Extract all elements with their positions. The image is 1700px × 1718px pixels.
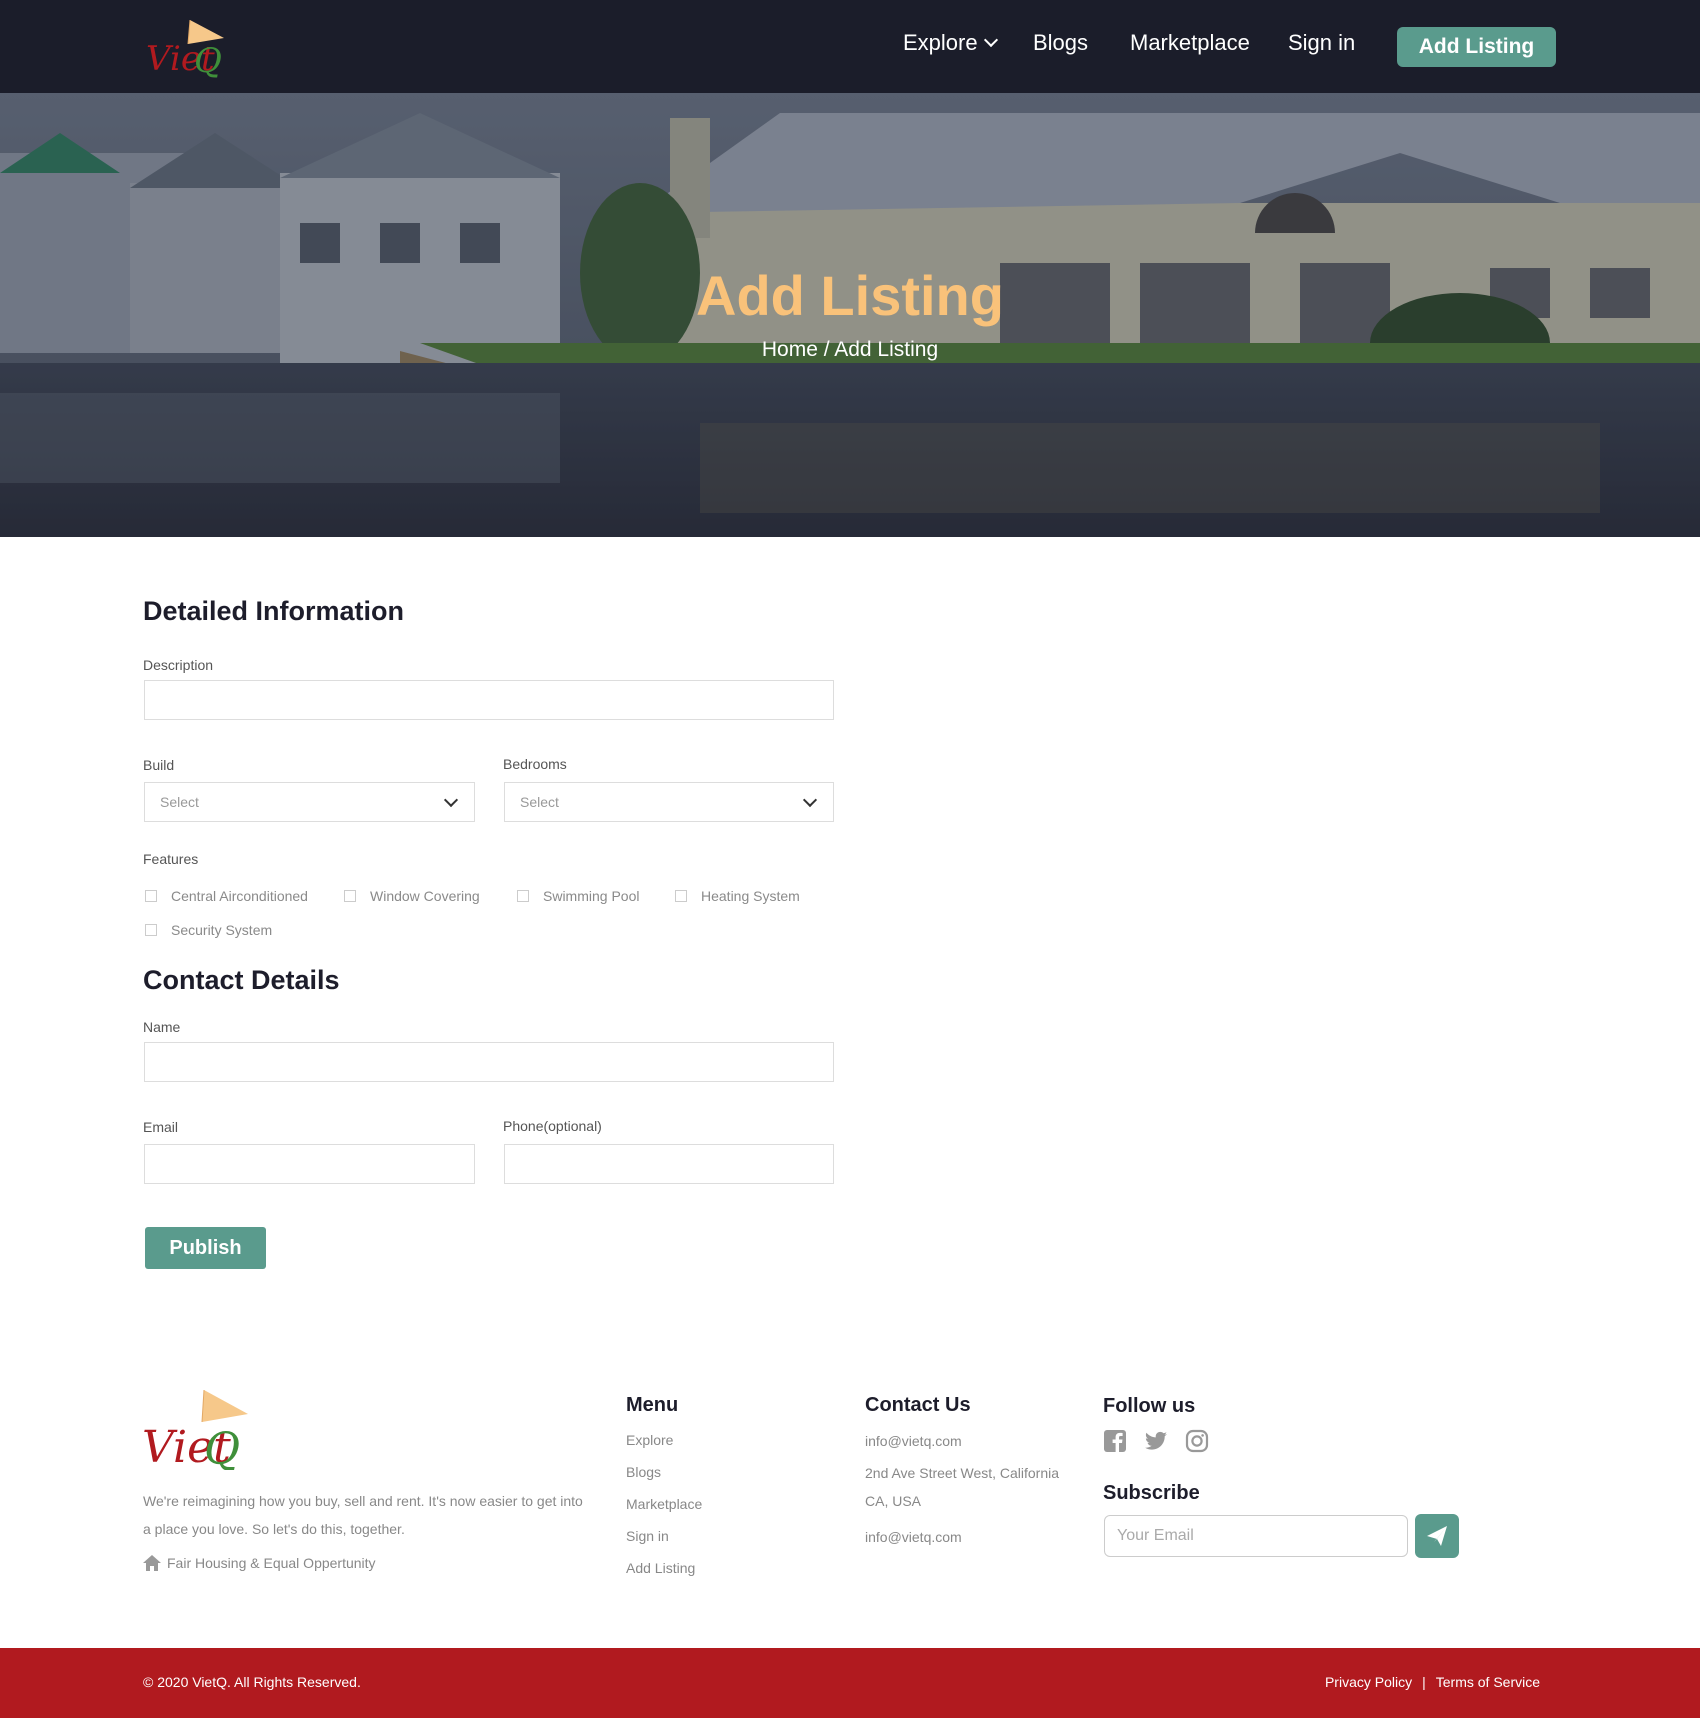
instagram-icon[interactable] [1185, 1429, 1209, 1453]
checkbox-box[interactable] [517, 890, 529, 902]
top-navbar: Viet Q Explore Blogs Marketplace Sign in… [0, 0, 1700, 93]
features-label: Features [143, 851, 199, 867]
chevron-down-icon [983, 32, 998, 48]
feature-label: Swimming Pool [543, 888, 640, 904]
terms-of-service-link[interactable]: Terms of Service [1436, 1674, 1540, 1690]
feature-label: Heating System [701, 888, 800, 904]
subscribe-button[interactable] [1415, 1514, 1459, 1558]
phone-label: Phone(optional) [503, 1118, 602, 1134]
build-select[interactable]: Select [144, 782, 475, 822]
build-label: Build [143, 757, 175, 773]
breadcrumb: Home / Add Listing [761, 338, 939, 361]
description-label: Description [143, 657, 214, 673]
feature-label: Security System [171, 922, 273, 938]
contact-email-link[interactable]: info@vietq.com [865, 1433, 962, 1449]
feature-label: Central Airconditioned [171, 888, 308, 904]
name-input[interactable] [144, 1042, 834, 1082]
email-input[interactable] [144, 1144, 475, 1184]
footer-bottom-bar: © 2020 VietQ. All Rights Reserved. Priva… [0, 1648, 1700, 1718]
bedrooms-select-value: Select [520, 794, 559, 810]
chevron-down-icon [443, 792, 459, 808]
footer-link-explore[interactable]: Explore [626, 1432, 673, 1448]
add-listing-button[interactable]: Add Listing [1397, 27, 1556, 67]
footer-logo[interactable]: Viet Q [142, 1389, 252, 1475]
publish-button[interactable]: Publish [145, 1227, 266, 1269]
legal-separator: | [1422, 1674, 1426, 1690]
send-icon [1427, 1526, 1447, 1546]
footer-link-add-listing[interactable]: Add Listing [626, 1560, 695, 1576]
feature-label: Window Covering [370, 888, 480, 904]
chevron-down-icon [802, 792, 818, 808]
nav-marketplace[interactable]: Marketplace [1130, 30, 1250, 56]
fair-housing-text: Fair Housing & Equal Oppertunity [167, 1555, 376, 1571]
phone-input[interactable] [504, 1144, 834, 1184]
email-label: Email [143, 1119, 179, 1135]
facebook-icon[interactable] [1103, 1429, 1127, 1453]
bedrooms-label: Bedrooms [503, 756, 567, 772]
bedrooms-select[interactable]: Select [504, 782, 834, 822]
name-label: Name [143, 1019, 181, 1035]
copyright-text: © 2020 VietQ. All Rights Reserved. [143, 1674, 361, 1690]
nav-blogs[interactable]: Blogs [1033, 30, 1088, 56]
nav-links: Explore Blogs Marketplace Sign in Add Li… [0, 0, 1700, 93]
twitter-icon[interactable] [1144, 1429, 1168, 1453]
footer-contact-title: Contact Us [865, 1394, 971, 1416]
feature-checkbox-window-covering[interactable]: Window Covering [344, 888, 480, 904]
detailed-information-title: Detailed Information [143, 596, 405, 626]
footer-link-marketplace[interactable]: Marketplace [626, 1496, 702, 1512]
footer-link-signin[interactable]: Sign in [626, 1528, 669, 1544]
contact-address-line2: CA, USA [865, 1493, 922, 1509]
footer-follow-title: Follow us [1103, 1395, 1196, 1417]
feature-checkbox-security-system[interactable]: Security System [145, 922, 272, 938]
svg-text:Q: Q [204, 1424, 240, 1470]
checkbox-box[interactable] [344, 890, 356, 902]
nav-signin[interactable]: Sign in [1288, 30, 1355, 56]
feature-checkbox-central-airconditioned[interactable]: Central Airconditioned [145, 888, 308, 904]
feature-checkbox-heating-system[interactable]: Heating System [675, 888, 800, 904]
hero-title: Add Listing [696, 264, 1004, 327]
checkbox-box[interactable] [145, 890, 157, 902]
feature-checkbox-swimming-pool[interactable]: Swimming Pool [517, 888, 639, 904]
footer-subscribe-title: Subscribe [1103, 1482, 1200, 1504]
build-select-value: Select [160, 794, 199, 810]
subscribe-email-input[interactable] [1104, 1515, 1408, 1557]
checkbox-box[interactable] [675, 890, 687, 902]
footer-about-text: We're reimagining how you buy, sell and … [143, 1493, 583, 1537]
nav-explore-label: Explore [903, 30, 978, 55]
contact-details-title: Contact Details [143, 965, 340, 995]
home-icon [143, 1555, 161, 1571]
description-input[interactable] [144, 680, 834, 720]
contact-address-line1: 2nd Ave Street West, California [865, 1465, 1060, 1481]
nav-explore[interactable]: Explore [903, 30, 998, 56]
legal-links: Privacy Policy | Terms of Service [1325, 1674, 1540, 1690]
hero-banner: Add Listing Home / Add Listing [0, 93, 1700, 537]
footer-menu-title: Menu [626, 1394, 679, 1416]
footer-link-blogs[interactable]: Blogs [626, 1464, 661, 1480]
contact-email-link-2[interactable]: info@vietq.com [865, 1529, 962, 1545]
privacy-policy-link[interactable]: Privacy Policy [1325, 1674, 1412, 1690]
fair-housing: Fair Housing & Equal Oppertunity [143, 1555, 376, 1571]
checkbox-box[interactable] [145, 924, 157, 936]
